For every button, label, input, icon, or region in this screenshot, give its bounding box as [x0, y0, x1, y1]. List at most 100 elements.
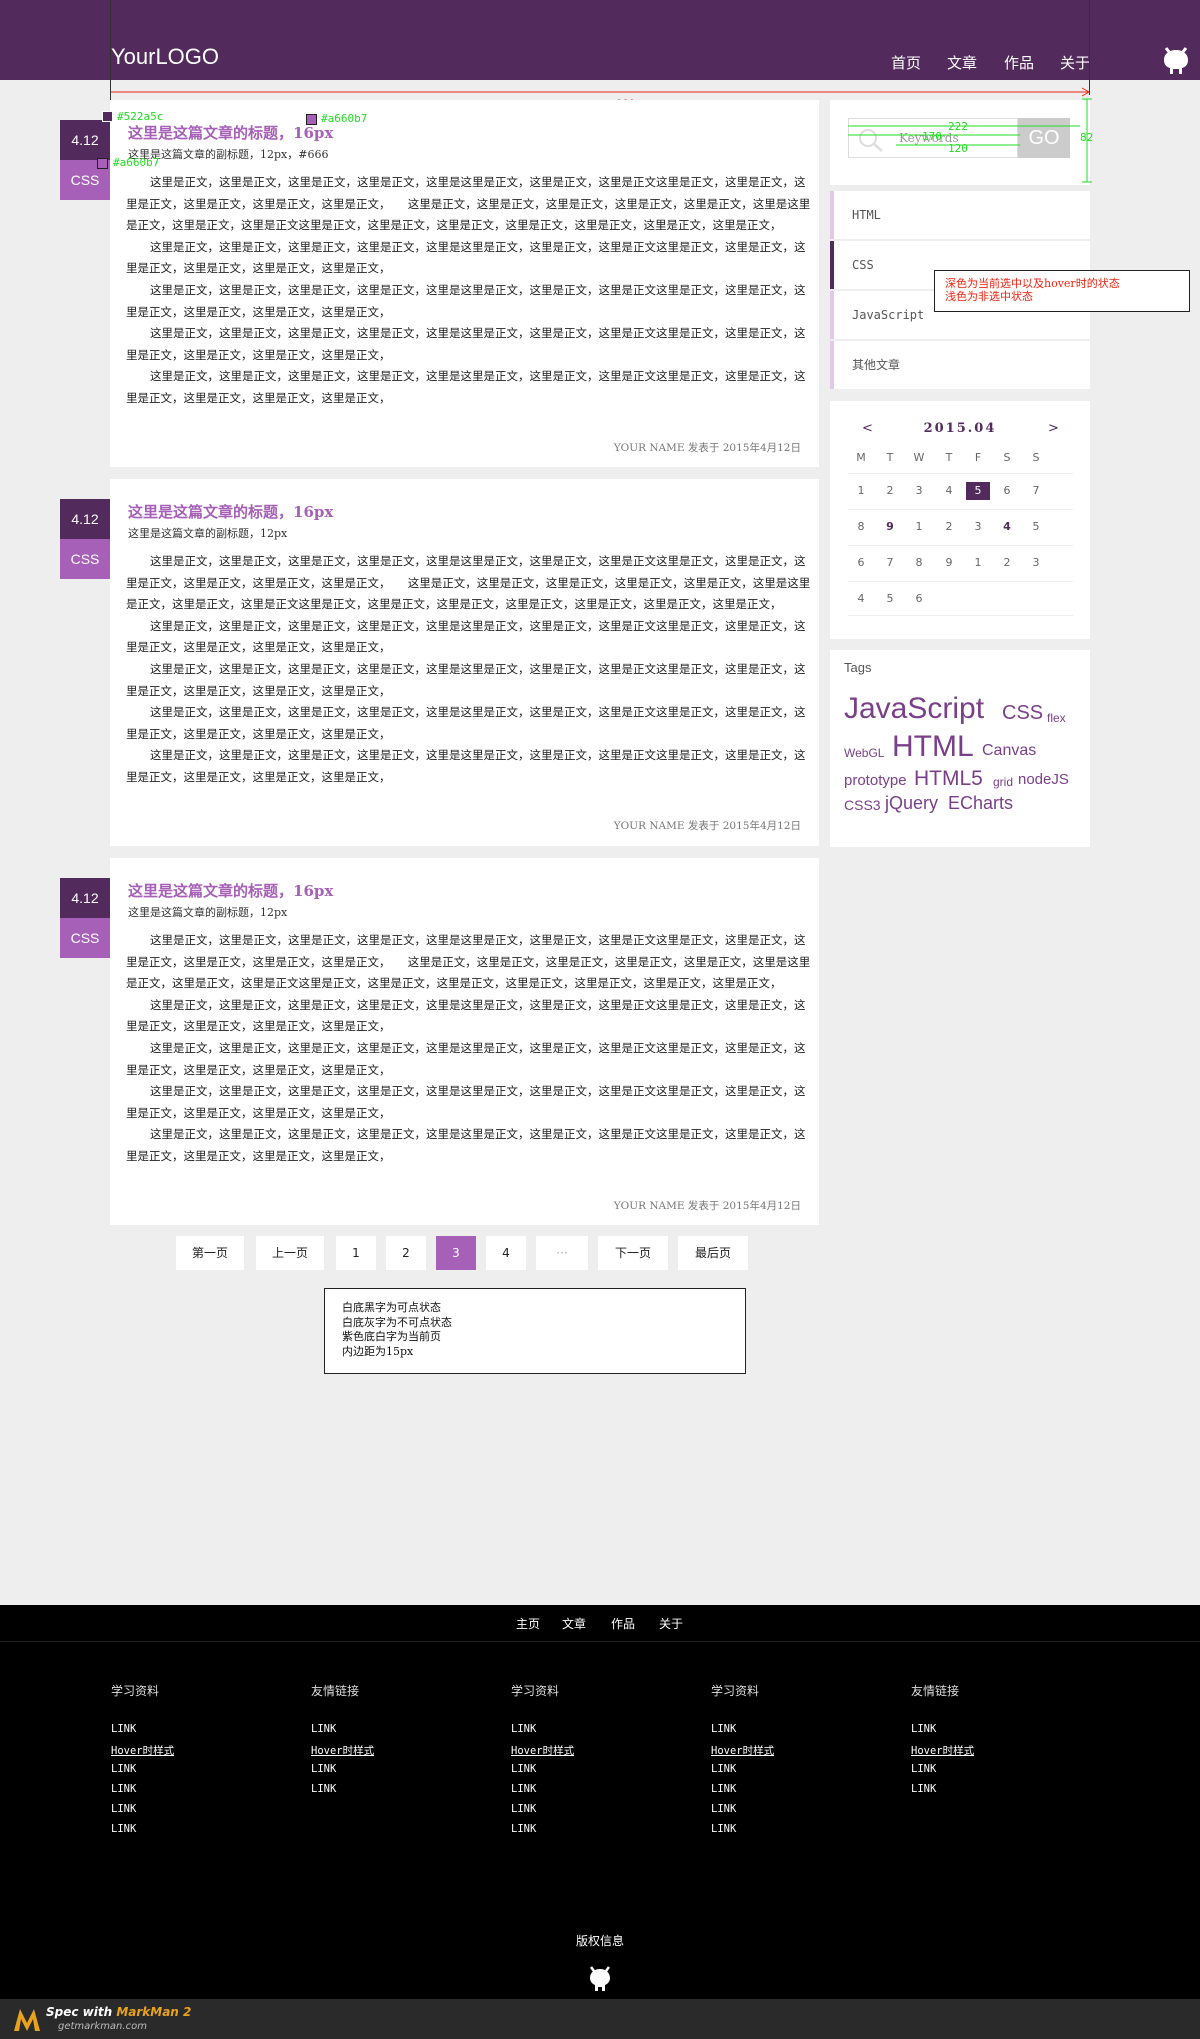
calendar-day[interactable]: 2 [992, 556, 1022, 569]
tag-javascript[interactable]: JavaScript [844, 692, 984, 726]
calendar-day[interactable]: 6 [846, 556, 876, 569]
calendar-day[interactable]: 3 [1021, 556, 1051, 569]
pagination-next[interactable]: 下一页 [598, 1236, 668, 1270]
footer-link-hover[interactable]: Hover时样式 [511, 1743, 574, 1758]
pagination-last[interactable]: 最后页 [678, 1236, 748, 1270]
footer-link[interactable]: LINK [511, 1723, 536, 1735]
footer-link[interactable]: LINK [311, 1763, 336, 1775]
markman-url[interactable]: getmarkman.com [58, 2021, 147, 2032]
footer-link-hover[interactable]: Hover时样式 [711, 1743, 774, 1758]
post-category-badge[interactable]: CSS [60, 539, 110, 579]
footer-link[interactable]: LINK [111, 1763, 136, 1775]
footer-link[interactable]: LINK [711, 1723, 736, 1735]
pagination-page-current[interactable]: 3 [436, 1236, 476, 1270]
footer-link[interactable]: LINK [911, 1783, 936, 1795]
spec-guide-right [1089, 0, 1090, 95]
github-icon[interactable] [1160, 44, 1192, 80]
calendar-day-selected[interactable]: 5 [966, 482, 990, 500]
nav-articles[interactable]: 文章 [947, 52, 977, 73]
tag-grid[interactable]: grid [993, 775, 1013, 789]
tag-webgl[interactable]: WebGL [844, 746, 884, 760]
footer-column-title: 学习资料 [511, 1684, 560, 1698]
calendar-day[interactable]: 8 [846, 520, 876, 533]
site-logo[interactable]: YourLOGO [111, 44, 219, 70]
tag-flex[interactable]: flex [1047, 711, 1066, 725]
post-card: 这里是这篇文章的标题，16px 这里是这篇文章的副标题，12px 这里是正文，这… [110, 479, 819, 846]
calendar-day[interactable]: 5 [1021, 520, 1051, 533]
calendar-day[interactable]: 3 [904, 484, 934, 497]
post-category-badge[interactable]: CSS [60, 918, 110, 958]
tag-jquery[interactable]: jQuery [885, 793, 938, 814]
nav-about[interactable]: 关于 [1060, 52, 1090, 73]
footer-link[interactable]: LINK [511, 1783, 536, 1795]
pagination-page-2[interactable]: 2 [386, 1236, 426, 1270]
post-title[interactable]: 这里是这篇文章的标题，16px [128, 122, 333, 143]
footer-link[interactable]: LINK [311, 1723, 336, 1735]
calendar-day[interactable]: 4 [846, 592, 876, 605]
footer-link[interactable]: LINK [111, 1783, 136, 1795]
footer-link[interactable]: LINK [111, 1723, 136, 1735]
calendar-day[interactable]: 4 [992, 520, 1022, 533]
tag-css[interactable]: CSS [1002, 702, 1043, 725]
calendar-day[interactable]: 2 [875, 484, 905, 497]
tag-html5[interactable]: HTML5 [914, 767, 983, 791]
color-annotation-dark: #522a5c [117, 110, 164, 123]
github-icon[interactable] [586, 1964, 614, 1998]
footer-nav-about[interactable]: 关于 [659, 1615, 683, 1632]
calendar-day[interactable]: 1 [846, 484, 876, 497]
pagination-page-1[interactable]: 1 [336, 1236, 376, 1270]
sidebar-item-html[interactable]: HTML [830, 191, 1090, 239]
calendar-day[interactable]: 6 [904, 592, 934, 605]
tags-title: Tags [844, 660, 872, 675]
footer-link-hover[interactable]: Hover时样式 [911, 1743, 974, 1758]
calendar-day[interactable]: 5 [875, 592, 905, 605]
footer-nav-articles[interactable]: 文章 [562, 1615, 586, 1632]
pagination-prev[interactable]: 上一页 [256, 1236, 324, 1270]
post-title[interactable]: 这里是这篇文章的标题，16px [128, 880, 333, 901]
footer-link[interactable]: LINK [111, 1823, 136, 1835]
footer-link[interactable]: LINK [311, 1783, 336, 1795]
pagination-first[interactable]: 第一页 [176, 1236, 244, 1270]
footer-link-hover[interactable]: Hover时样式 [111, 1743, 174, 1758]
search-card: Keywords GO 222 170 120 [830, 100, 1090, 185]
footer-link[interactable]: LINK [711, 1823, 736, 1835]
sidebar-item-other[interactable]: 其他文章 [830, 341, 1090, 389]
footer-link[interactable]: LINK [911, 1763, 936, 1775]
footer-link[interactable]: LINK [711, 1763, 736, 1775]
footer-link[interactable]: LINK [511, 1803, 536, 1815]
calendar-day[interactable]: 7 [1021, 484, 1051, 497]
calendar-day[interactable]: 2 [934, 520, 964, 533]
footer-link[interactable]: LINK [711, 1783, 736, 1795]
footer-link[interactable]: LINK [511, 1823, 536, 1835]
calendar-day[interactable]: 1 [904, 520, 934, 533]
tag-echarts[interactable]: ECharts [948, 793, 1013, 814]
calendar-day[interactable]: 9 [934, 556, 964, 569]
calendar-day[interactable]: 8 [904, 556, 934, 569]
tag-css3[interactable]: CSS3 [844, 797, 881, 813]
footer-link[interactable]: LINK [111, 1803, 136, 1815]
calendar-day[interactable]: 9 [875, 520, 905, 533]
calendar-day[interactable]: 7 [875, 556, 905, 569]
tag-canvas[interactable]: Canvas [982, 742, 1036, 760]
note-line: 深色为当前选中以及hover时的状态 [945, 277, 1120, 290]
calendar-day[interactable]: 6 [992, 484, 1022, 497]
footer-nav-home[interactable]: 主页 [516, 1615, 540, 1632]
footer-link-hover[interactable]: Hover时样式 [311, 1743, 374, 1758]
footer-link[interactable]: LINK [911, 1723, 936, 1735]
calendar-day[interactable]: 3 [963, 520, 993, 533]
tag-html[interactable]: HTML [892, 730, 974, 764]
footer-link[interactable]: LINK [511, 1763, 536, 1775]
tag-prototype[interactable]: prototype [844, 772, 907, 789]
tag-nodejs[interactable]: nodeJS [1018, 771, 1069, 788]
calendar-day[interactable]: 1 [963, 556, 993, 569]
calendar-day[interactable]: 4 [934, 484, 964, 497]
pagination-page-4[interactable]: 4 [486, 1236, 526, 1270]
post-paragraph: 这里是正文，这里是正文，这里是正文，这里是正文，这里是这里是正文，这里是正文，这… [126, 175, 811, 233]
footer-link[interactable]: LINK [711, 1803, 736, 1815]
nav-works[interactable]: 作品 [1004, 52, 1034, 73]
nav-home[interactable]: 首页 [891, 52, 921, 73]
post-title[interactable]: 这里是这篇文章的标题，16px [128, 501, 333, 522]
footer-nav-works[interactable]: 作品 [611, 1615, 635, 1632]
footer-column-title: 学习资料 [711, 1684, 760, 1698]
calendar-next-icon[interactable]: > [1048, 421, 1059, 436]
